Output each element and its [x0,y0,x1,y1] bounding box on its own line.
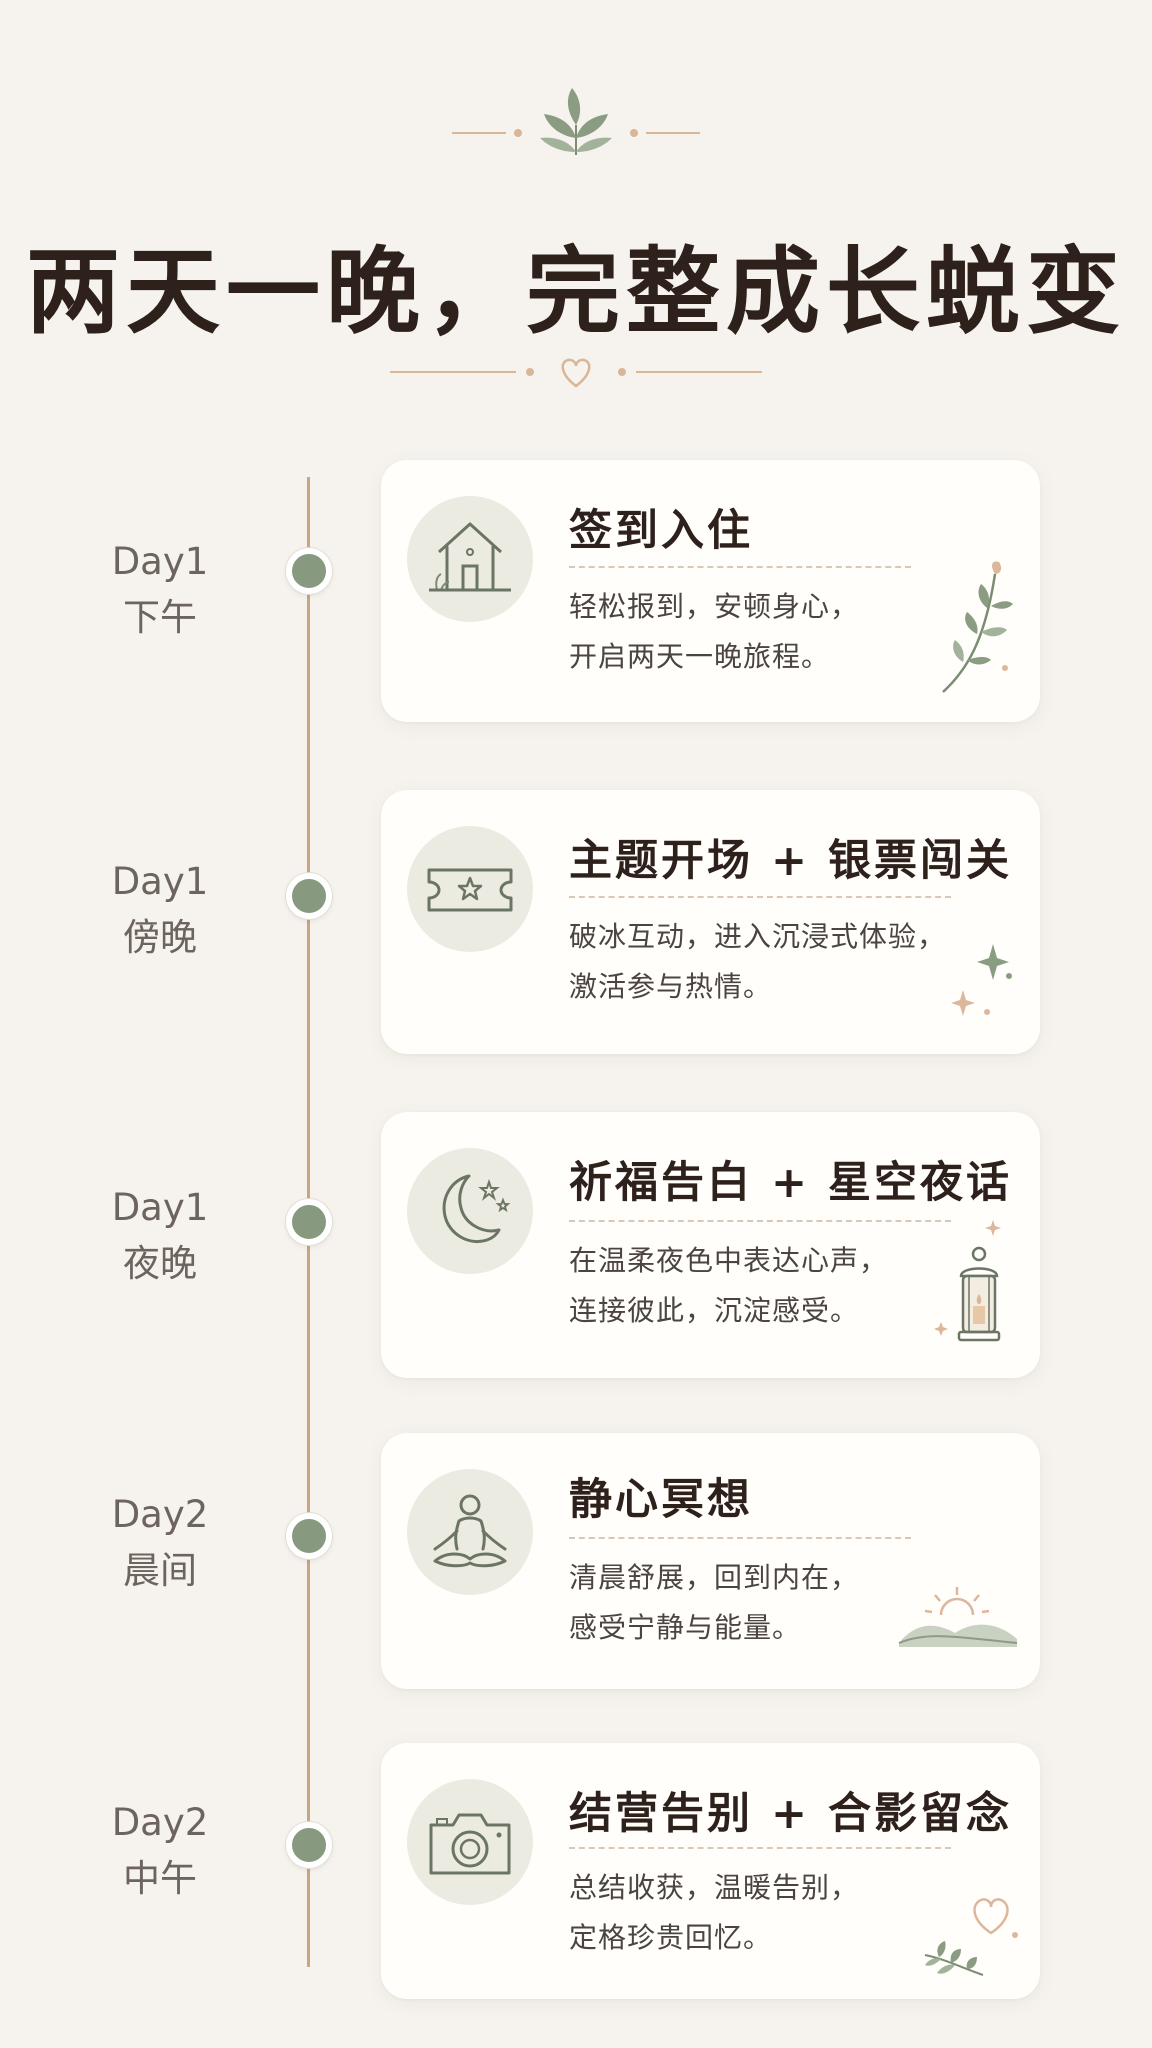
card-desc-line: 总结收获，温暖告别， [569,1871,860,1904]
moon-stars-icon [407,1148,533,1274]
timeline-page: 两天一晚，完整成长蜕变 Day1 下午 签到入住 轻松报到，安顿身心， 开启两天… [0,0,1152,2048]
day-label: Day2 [111,1493,209,1536]
timeline-dot [286,1513,332,1559]
period-label: 下午 [123,596,197,639]
period-label: 傍晚 [123,916,197,959]
meditation-icon [407,1469,533,1595]
timeline-item-3-time: Day1 夜晚 [100,1180,220,1292]
lantern-icon [934,1220,1001,1342]
timeline-item-4-time: Day2 晨间 [100,1487,220,1599]
card-title: 主题开场 + 银票闯关 [569,836,1012,886]
card-desc-line: 破冰互动，进入沉浸式体验， [569,920,947,953]
timeline-dot [286,548,332,594]
timeline-dot [286,1199,332,1245]
day-label: Day2 [111,1801,209,1844]
timeline-dot [286,873,332,919]
timeline-dot [286,1822,332,1868]
timeline-card-opening: 主题开场 + 银票闯关 破冰互动，进入沉浸式体验， 激活参与热情。 [381,790,1040,1054]
timeline-item-2-time: Day1 傍晚 [100,854,220,966]
period-label: 晨间 [123,1549,197,1592]
card-desc-line: 激活参与热情。 [569,970,773,1003]
timeline-item-5-time: Day2 中午 [100,1795,220,1907]
period-label: 中午 [123,1857,197,1900]
page-title: 两天一晚，完整成长蜕变 [25,238,1126,347]
card-desc-line: 轻松报到，安顿身心， [569,590,860,623]
card-divider [569,1220,951,1222]
card-divider [569,566,911,568]
timeline-card-farewell: 结营告别 + 合影留念 总结收获，温暖告别， 定格珍贵回忆。 [381,1743,1040,1999]
heart-outline-icon [390,358,762,388]
card-title: 结营告别 + 合影留念 [569,1789,1012,1839]
camera-icon [407,1779,533,1905]
card-divider [569,1537,911,1539]
period-label: 夜晚 [123,1242,197,1285]
card-desc-line: 开启两天一晚旅程。 [569,640,831,673]
heart-leaves-icon [924,1898,1018,1976]
day-label: Day1 [111,540,209,583]
card-desc-line: 清晨舒展，回到内在， [569,1561,860,1594]
timeline-card-meditation: 静心冥想 清晨舒展，回到内在， 感受宁静与能量。 [381,1433,1040,1689]
card-desc-line: 定格珍贵回忆。 [569,1921,773,1954]
ticket-star-icon [407,826,533,952]
day-label: Day1 [111,1186,209,1229]
card-desc-line: 在温柔夜色中表达心声， [569,1244,889,1277]
timeline-card-checkin: 签到入住 轻松报到，安顿身心， 开启两天一晚旅程。 [381,460,1040,722]
card-title: 祈福告白 + 星空夜话 [569,1158,1012,1208]
leaf-branch-icon [942,561,1013,693]
card-divider [569,1847,951,1849]
day-label: Day1 [111,860,209,903]
card-desc-line: 感受宁静与能量。 [569,1611,802,1644]
sparkles-icon [951,944,1012,1016]
card-divider [569,896,951,898]
card-title: 静心冥想 [569,1475,753,1525]
sunrise-hills-icon [898,1587,1018,1647]
leaf-sprig-icon [452,88,700,155]
timeline-card-blessing: 祈福告白 + 星空夜话 在温柔夜色中表达心声， 连接彼此，沉淀感受。 [381,1112,1040,1378]
card-title: 签到入住 [569,506,753,556]
card-desc-line: 连接彼此，沉淀感受。 [569,1294,860,1327]
timeline-item-1-time: Day1 下午 [100,534,220,646]
house-icon [407,496,533,622]
